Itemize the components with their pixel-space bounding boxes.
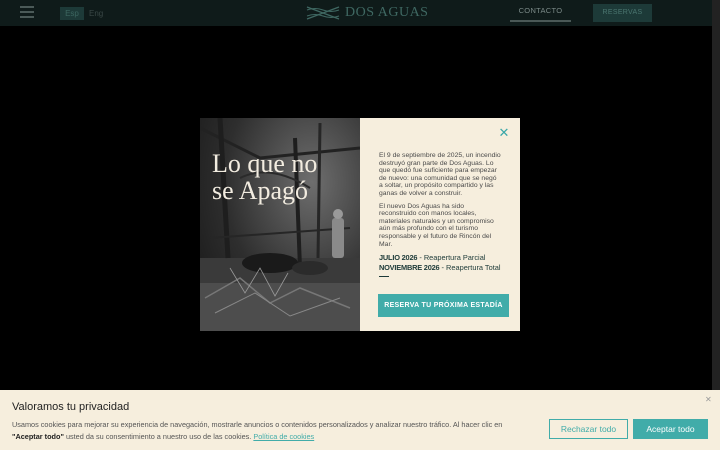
modal-title-line1: Lo que no (212, 149, 318, 178)
modal-title: Lo que no se Apagó (212, 150, 317, 204)
page-scrollbar[interactable] (712, 0, 720, 390)
modal-content: ✕ El 9 de septiembre de 2025, un incendi… (360, 118, 520, 331)
fire-photo: Lo que no se Apagó (200, 118, 360, 331)
accept-all-button[interactable]: Aceptar todo (633, 419, 708, 439)
logo-text: DOS AGUAS (345, 5, 429, 20)
site-logo[interactable]: DOS AGUAS (306, 4, 428, 22)
hamburger-icon[interactable] (20, 6, 34, 18)
close-icon[interactable]: ✕ (498, 126, 510, 139)
modal-title-line2: se Apagó (212, 176, 309, 205)
cookie-text-bold: "Aceptar todo" (12, 432, 64, 441)
reserve-stay-button[interactable]: RESERVA TU PRÓXIMA ESTADÍA (378, 294, 509, 317)
cookie-banner: ✕ Valoramos tu privacidad Usamos cookies… (0, 390, 720, 450)
modal-body: El 9 de septiembre de 2025, un incendio … (379, 152, 502, 248)
schedule-date: JULIO 2026 (379, 253, 418, 263)
schedule-label: - Reapertura Total (439, 263, 501, 273)
cookie-description: Usamos cookies para mejorar su experienc… (12, 419, 542, 443)
logo-mark-icon (306, 6, 340, 20)
lang-esp-button[interactable]: Esp (60, 7, 84, 20)
schedule-label: - Reapertura Parcial (417, 253, 486, 263)
cookie-title: Valoramos tu privacidad (12, 401, 130, 413)
modal-paragraph-1: El 9 de septiembre de 2025, un incendio … (379, 152, 501, 197)
nav-reservas-button[interactable]: RESERVAS (593, 4, 652, 22)
cookie-policy-link[interactable]: Política de cookies (253, 432, 314, 441)
site-header: Esp Eng DOS AGUAS CONTACTO RESERVAS (0, 0, 720, 26)
schedule-item: NOVIEMBRE 2026 - Reapertura Total (379, 263, 502, 273)
cookie-text-after: usted da su consentimiento a nuestro uso… (63, 432, 254, 441)
lang-eng-button[interactable]: Eng (89, 7, 103, 20)
reopening-modal: Lo que no se Apagó ✕ El 9 de septiembre … (200, 118, 520, 331)
cookie-close-icon[interactable]: ✕ (705, 396, 712, 404)
cookie-text-main: Usamos cookies para mejorar su experienc… (12, 420, 503, 429)
reopening-schedule: JULIO 2026 - Reapertura Parcial NOVIEMBR… (379, 253, 502, 278)
nav-contacto-link[interactable]: CONTACTO (510, 0, 571, 22)
schedule-divider (379, 276, 389, 278)
schedule-date: NOVIEMBRE 2026 (379, 263, 440, 273)
reject-all-button[interactable]: Rechazar todo (549, 419, 628, 439)
modal-paragraph-2: El nuevo Dos Aguas ha sido reconstruido … (379, 202, 494, 248)
schedule-item: JULIO 2026 - Reapertura Parcial (379, 253, 502, 263)
